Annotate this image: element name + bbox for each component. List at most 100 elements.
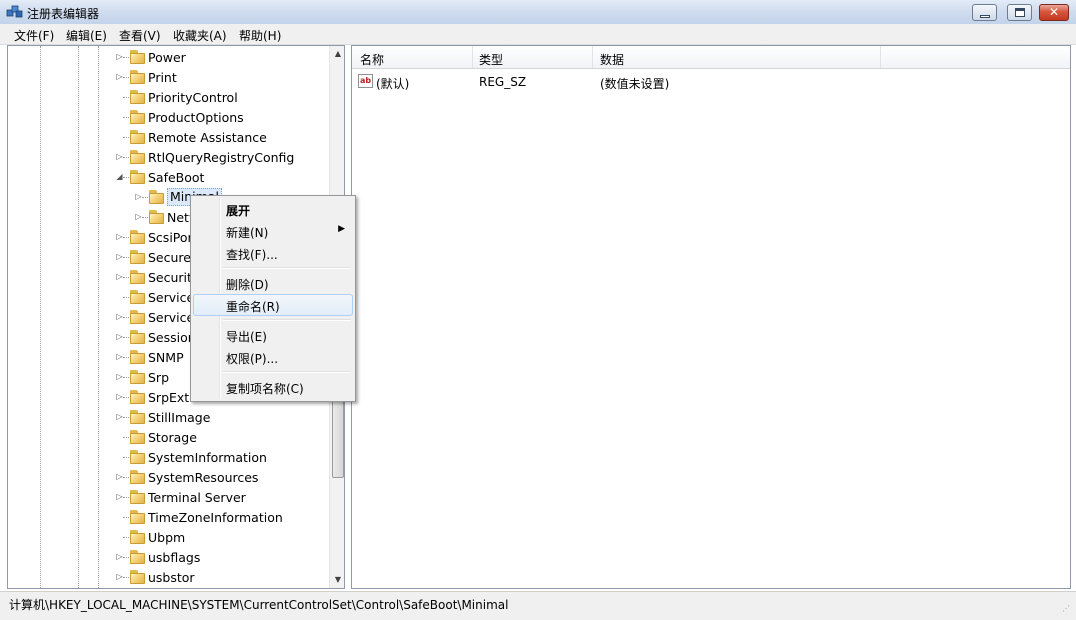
menu-item-export[interactable]: 导出(E) <box>193 324 353 346</box>
tree-node[interactable]: ▷ RtlQueryRegistryConfig <box>8 147 328 167</box>
tree-node[interactable]: ▷ SystemResources <box>8 467 328 487</box>
menu-item-copy-key-name[interactable]: 复制项名称(C) <box>193 376 353 398</box>
tree-node[interactable]: ProductOptions <box>8 107 328 127</box>
folder-icon <box>130 110 146 124</box>
menu-view[interactable]: 查看(V) <box>119 27 161 44</box>
submenu-arrow-icon: ▶ <box>338 224 345 234</box>
tree-node-label: Terminal Server <box>148 490 246 505</box>
column-type[interactable]: 类型 <box>479 51 503 68</box>
menu-bar: 文件(F) 编辑(E) 查看(V) 收藏夹(A) 帮助(H) <box>0 24 1076 45</box>
tree-node[interactable]: PriorityControl <box>8 87 328 107</box>
column-name[interactable]: 名称 <box>360 51 384 68</box>
folder-icon <box>130 90 146 104</box>
menu-item-find[interactable]: 查找(F)... <box>193 242 353 264</box>
tree-node-label: RtlQueryRegistryConfig <box>148 150 295 165</box>
folder-icon <box>130 430 146 444</box>
folder-icon <box>130 270 146 284</box>
menu-file[interactable]: 文件(F) <box>14 27 54 44</box>
tree-node[interactable]: Ubpm <box>8 527 328 547</box>
title-bar: 注册表编辑器 ✕ <box>0 0 1076 24</box>
column-divider[interactable] <box>880 46 881 68</box>
tree-node[interactable]: ▷ usbstor <box>8 567 328 587</box>
value-data: (数值未设置) <box>600 77 670 91</box>
column-divider[interactable] <box>592 46 593 68</box>
tree-node-label: Power <box>148 50 186 65</box>
folder-icon <box>130 70 146 84</box>
folder-icon <box>130 410 146 424</box>
menu-item-label: 权限(P)... <box>226 352 279 366</box>
menu-separator <box>223 319 351 321</box>
menu-item-permissions[interactable]: 权限(P)... <box>193 346 353 368</box>
folder-icon <box>149 190 165 204</box>
value-type: REG_SZ <box>479 75 527 89</box>
menu-item-expand[interactable]: 展开 <box>193 198 353 220</box>
tree-node-label: Print <box>148 70 177 85</box>
registry-editor-icon <box>6 5 23 18</box>
close-icon: ✕ <box>1048 5 1060 19</box>
tree-node[interactable]: ▷ usbflags <box>8 547 328 567</box>
tree-node-label: SystemInformation <box>148 450 267 465</box>
tree-node[interactable]: Remote Assistance <box>8 127 328 147</box>
tree-node[interactable]: TimeZoneInformation <box>8 507 328 527</box>
tree-node-label: Service <box>148 290 195 305</box>
menu-item-label: 删除(D) <box>226 278 269 292</box>
tree-node[interactable]: ▷ Print <box>8 67 328 87</box>
resize-grip-icon[interactable]: ⋰ <box>1062 604 1072 614</box>
minimize-icon <box>980 15 990 18</box>
values-list[interactable]: 名称 类型 数据 ab (默认) REG_SZ (数值未设置) <box>351 45 1071 589</box>
scroll-up-arrow-icon[interactable]: ▲ <box>330 46 344 62</box>
menu-item-label: 新建(N) <box>226 226 269 240</box>
value-row[interactable]: ab (默认) REG_SZ (数值未设置) <box>352 72 1070 92</box>
menu-item-label: 复制项名称(C) <box>226 382 304 396</box>
folder-icon <box>130 490 146 504</box>
tree-node[interactable]: ▷ StillImage <box>8 407 328 427</box>
folder-icon <box>130 390 146 404</box>
folder-icon <box>130 250 146 264</box>
status-path: 计算机\HKEY_LOCAL_MACHINE\SYSTEM\CurrentCon… <box>9 598 509 612</box>
menu-item-rename[interactable]: 重命名(R) <box>193 294 353 316</box>
tree-node-label: ScsiPor <box>148 230 193 245</box>
tree-node[interactable]: SystemInformation <box>8 447 328 467</box>
tree-node[interactable]: ◢ SafeBoot <box>8 167 328 187</box>
folder-icon <box>130 290 146 304</box>
folder-icon <box>130 130 146 144</box>
close-button[interactable]: ✕ <box>1039 4 1069 21</box>
column-data[interactable]: 数据 <box>600 51 624 68</box>
folder-icon <box>130 370 146 384</box>
menu-item-delete[interactable]: 删除(D) <box>193 272 353 294</box>
status-bar: 计算机\HKEY_LOCAL_MACHINE\SYSTEM\CurrentCon… <box>0 591 1076 620</box>
column-divider[interactable] <box>472 46 473 68</box>
folder-icon <box>130 510 146 524</box>
folder-icon <box>130 570 146 584</box>
tree-node[interactable]: ▷ Power <box>8 47 328 67</box>
tree-node[interactable]: ▷ Terminal Server <box>8 487 328 507</box>
column-header: 名称 类型 数据 <box>352 46 1070 69</box>
tree-node-label: Ubpm <box>148 530 186 545</box>
value-name: (默认) <box>376 77 410 91</box>
window-title: 注册表编辑器 <box>27 7 100 21</box>
menu-favorites[interactable]: 收藏夹(A) <box>173 27 227 44</box>
menu-separator <box>223 371 351 373</box>
menu-item-label: 查找(F)... <box>226 248 278 262</box>
tree-node-label: usbstor <box>148 570 195 585</box>
minimize-button[interactable] <box>972 4 997 21</box>
tree-node-label: SafeBoot <box>148 170 205 185</box>
maximize-button[interactable] <box>1007 4 1032 21</box>
menu-item-label: 重命名(R) <box>226 300 280 314</box>
tree-node[interactable]: Storage <box>8 427 328 447</box>
folder-icon <box>130 150 146 164</box>
menu-separator <box>223 267 351 269</box>
menu-item-label: 导出(E) <box>226 330 267 344</box>
tree-node-label: Srp <box>148 370 170 385</box>
scroll-down-arrow-icon[interactable]: ▼ <box>330 572 344 588</box>
context-menu: 展开 新建(N) ▶ 查找(F)... 删除(D) 重命名(R) 导出(E) 权… <box>190 195 356 402</box>
folder-icon <box>130 50 146 64</box>
folder-icon <box>130 530 146 544</box>
string-value-icon: ab <box>358 74 373 88</box>
folder-icon <box>149 210 165 224</box>
menu-item-label: 展开 <box>226 204 251 218</box>
menu-help[interactable]: 帮助(H) <box>239 27 281 44</box>
folder-icon <box>130 350 146 364</box>
menu-item-new[interactable]: 新建(N) ▶ <box>193 220 353 242</box>
menu-edit[interactable]: 编辑(E) <box>66 27 107 44</box>
